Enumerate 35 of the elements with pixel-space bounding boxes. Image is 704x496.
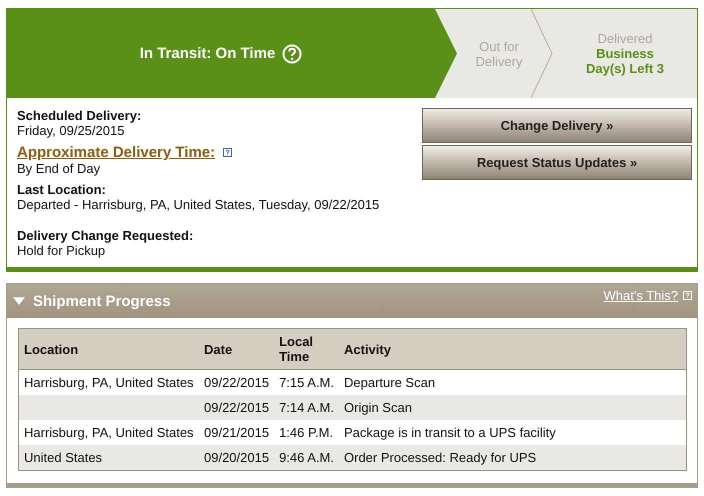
table-cell: 9:46 A.M.: [279, 450, 334, 465]
table-cell: Harrisburg, PA, United States: [24, 375, 194, 390]
table-cell: 09/22/2015: [204, 400, 270, 415]
table-cell: 09/22/2015: [204, 375, 270, 390]
table-cell: Origin Scan: [344, 400, 412, 415]
detail-label: Delivery Change Requested:: [17, 228, 194, 243]
stage-label: Out for Delivery: [474, 38, 524, 68]
table-cell: 09/20/2015: [204, 450, 270, 465]
column-header: Local Time: [279, 334, 314, 364]
table-cell: United States: [24, 450, 102, 465]
detail-value: Friday, 09/25/2015: [17, 123, 126, 138]
detail-label: Scheduled Delivery:: [17, 108, 142, 123]
table-cell: 7:15 A.M.: [279, 375, 334, 390]
days-left-note: Business Day(s) Left 3: [584, 46, 666, 76]
help-icon[interactable]: [223, 148, 232, 157]
column-header: Activity: [344, 342, 391, 356]
action-button[interactable]: Change Delivery »: [422, 108, 692, 143]
detail-label: Last Location:: [17, 182, 107, 197]
detail-value: By End of Day: [17, 161, 102, 176]
column-header: Date: [204, 342, 232, 356]
table-cell: 1:46 P.M.: [279, 425, 334, 440]
table-cell: Package is in transit to a UPS facility: [344, 425, 556, 440]
table-cell: Departure Scan: [344, 375, 436, 390]
table-cell: 09/21/2015: [204, 425, 270, 440]
table-cell: Order Processed: Ready for UPS: [344, 450, 536, 465]
detail-value: Hold for Pickup: [17, 243, 106, 258]
table-cell: Harrisburg, PA, United States: [24, 425, 194, 440]
stage-label: In Transit: On Time: [140, 45, 276, 62]
delivery-time-link[interactable]: Approximate Delivery Time:: [17, 144, 216, 161]
column-header: Location: [24, 342, 78, 356]
stage-label: Delivered: [598, 31, 652, 46]
table-cell: 7:14 A.M.: [279, 400, 334, 415]
action-button[interactable]: Request Status Updates »: [422, 145, 692, 180]
collapse-icon: [13, 297, 25, 306]
detail-value: Departed - Harrisburg, PA, United States, Tuesday, 09/22/2015: [17, 197, 380, 212]
